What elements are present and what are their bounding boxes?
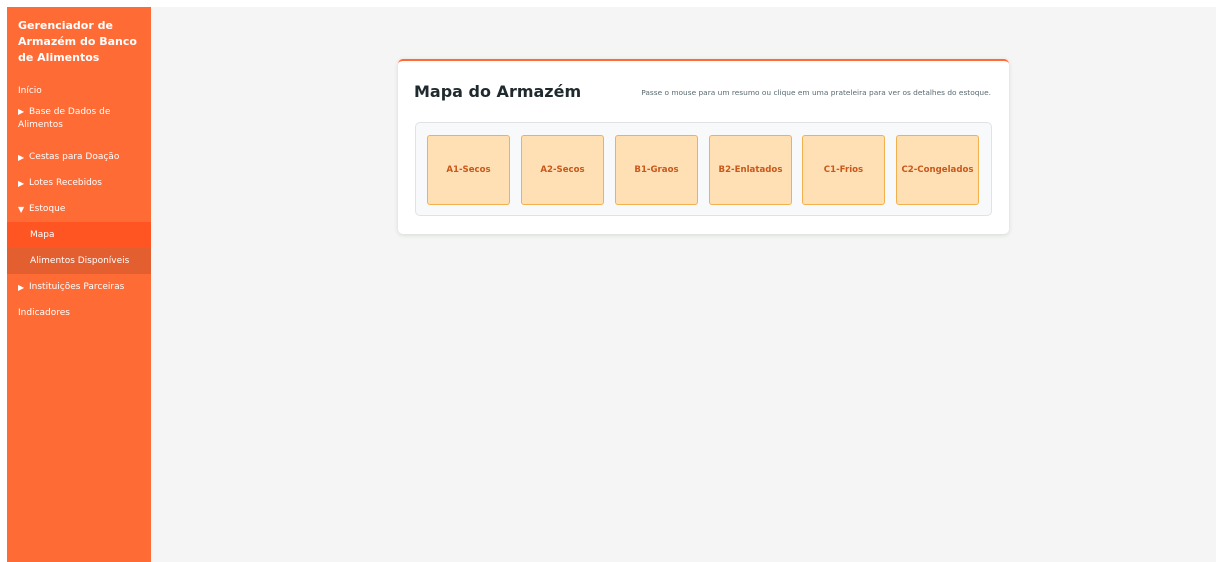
- sidebar-item-cestas[interactable]: ▶ Cestas para Doação: [7, 144, 151, 170]
- sidebar-item-label: Instituições Parceiras: [29, 281, 125, 292]
- map-hint-text: Passe o mouse para um resumo ou clique e…: [641, 88, 991, 97]
- shelf-b2-enlatados[interactable]: B2-Enlatados: [709, 135, 792, 205]
- sidebar-item-estoque[interactable]: ▼ Estoque: [7, 196, 151, 222]
- sidebar-item-label: Mapa: [30, 230, 55, 240]
- shelf-a2-secos[interactable]: A2-Secos: [521, 135, 604, 205]
- page-title: Mapa do Armazém: [414, 82, 582, 101]
- warehouse-map-card: Mapa do Armazém Passe o mouse para um re…: [398, 59, 1009, 234]
- sidebar-item-base-dados[interactable]: ▶ Base de Dados de Alimentos: [7, 104, 151, 144]
- app-window: Gerenciador de Armazém do Banco de Alime…: [7, 7, 1216, 562]
- shelf-c2-congelados[interactable]: C2-Congelados: [896, 135, 979, 205]
- sidebar-item-label: Lotes Recebidos: [29, 177, 102, 188]
- sidebar-item-label: Base de Dados de Alimentos: [18, 107, 111, 130]
- sidebar-item-label: Estoque: [29, 203, 66, 214]
- shelf-c1-frios[interactable]: C1-Frios: [802, 135, 885, 205]
- sidebar-item-label: Cestas para Doação: [29, 151, 120, 162]
- sidebar-item-lotes[interactable]: ▶ Lotes Recebidos: [7, 170, 151, 196]
- shelf-a1-secos[interactable]: A1-Secos: [427, 135, 510, 205]
- app-title: Gerenciador de Armazém do Banco de Alime…: [18, 19, 137, 64]
- sidebar-item-label: Indicadores: [18, 307, 70, 318]
- sidebar-item-label: Início: [18, 85, 42, 96]
- expand-arrow-icon: ▶: [18, 152, 25, 162]
- expand-arrow-icon: ▶: [18, 178, 25, 188]
- expand-arrow-icon: ▶: [18, 107, 25, 116]
- sidebar-item-indicadores[interactable]: Indicadores: [7, 300, 151, 326]
- warehouse-map: A1-Secos A2-Secos B1-Graos B2-Enlatados …: [415, 122, 992, 216]
- sidebar-item-inicio[interactable]: Início: [7, 78, 151, 104]
- sidebar-item-instituicoes[interactable]: ▶ Instituições Parceiras: [7, 274, 151, 300]
- expand-arrow-icon: ▶: [18, 282, 25, 292]
- sidebar-subitem-mapa[interactable]: Mapa: [7, 222, 151, 248]
- collapse-arrow-icon: ▼: [18, 204, 25, 214]
- sidebar: Gerenciador de Armazém do Banco de Alime…: [7, 7, 151, 562]
- sidebar-subitem-alimentos[interactable]: Alimentos Disponíveis: [7, 248, 151, 274]
- sidebar-item-label: Alimentos Disponíveis: [30, 256, 130, 266]
- shelf-b1-graos[interactable]: B1-Graos: [615, 135, 698, 205]
